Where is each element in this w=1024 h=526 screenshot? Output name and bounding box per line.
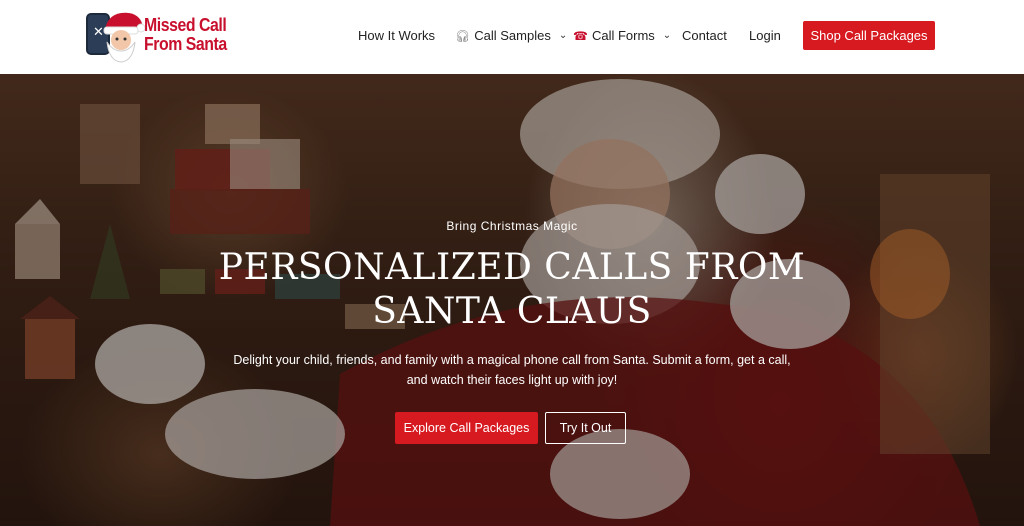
nav-label: How It Works bbox=[358, 28, 436, 43]
hero-eyebrow: Bring Christmas Magic bbox=[446, 219, 578, 233]
explore-call-packages-button[interactable]: Explore Call Packages bbox=[395, 412, 538, 444]
nav-label: Login bbox=[749, 28, 781, 43]
site-logo[interactable]: ✕ Missed Call From Santa bbox=[85, 8, 230, 64]
logo-line-2: From Santa bbox=[144, 34, 227, 54]
santa-icon bbox=[103, 12, 145, 63]
nav-label: Contact bbox=[682, 28, 727, 43]
site-header: ✕ Missed Call From Santa How It Works 🎧︎… bbox=[0, 0, 1024, 74]
nav-call-forms[interactable]: ☎ Call Forms ⌄ bbox=[573, 28, 671, 43]
chevron-down-icon: ⌄ bbox=[558, 30, 568, 41]
nav-contact[interactable]: Contact bbox=[682, 28, 727, 43]
headphones-icon: 🎧︎ bbox=[455, 28, 471, 43]
nav-how-it-works[interactable]: How It Works bbox=[358, 28, 435, 43]
hero-content: Bring Christmas Magic PERSONALIZED CALLS… bbox=[0, 74, 1024, 526]
phone-icon: ☎ bbox=[573, 28, 588, 43]
hero-section: Bring Christmas Magic PERSONALIZED CALLS… bbox=[0, 74, 1024, 526]
chevron-down-icon: ⌄ bbox=[662, 30, 672, 41]
shop-call-packages-button[interactable]: Shop Call Packages bbox=[803, 21, 935, 50]
logo-line-1: Missed Call bbox=[144, 15, 227, 35]
nav-label: Call Samples bbox=[474, 28, 551, 43]
try-it-out-button[interactable]: Try It Out bbox=[545, 412, 626, 444]
hero-subtitle: Delight your child, friends, and family … bbox=[233, 353, 791, 387]
nav-label: Call Forms bbox=[591, 28, 655, 43]
logo-text: Missed Call From Santa bbox=[144, 16, 227, 54]
nav-call-samples[interactable]: 🎧︎ Call Samples ⌄ bbox=[455, 28, 567, 43]
hero-title: PERSONALIZED CALLS FROM SANTA CLAUS bbox=[218, 247, 806, 332]
nav-login[interactable]: Login bbox=[749, 28, 781, 43]
